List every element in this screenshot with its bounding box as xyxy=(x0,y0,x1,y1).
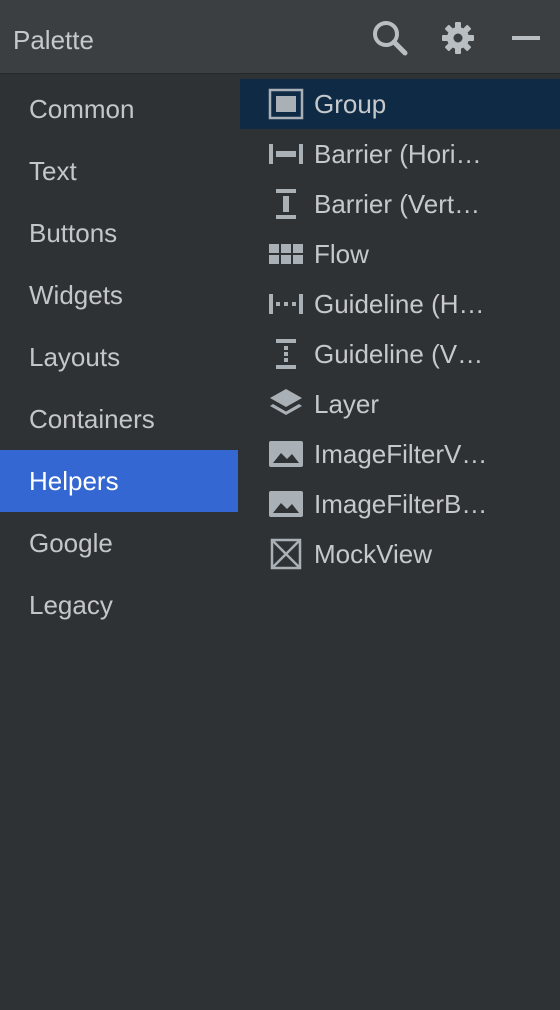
palette-header: Palette xyxy=(0,0,560,74)
barrier-vertical-icon xyxy=(268,187,304,221)
component-label: MockView xyxy=(314,539,433,569)
group-icon xyxy=(268,87,304,121)
flow-icon xyxy=(268,237,304,271)
search-button[interactable] xyxy=(370,18,410,58)
category-text[interactable]: Text xyxy=(0,140,238,202)
component-imagefilterbutton[interactable]: ImageFilterB… xyxy=(240,479,560,529)
component-label: Guideline (V… xyxy=(314,339,484,369)
image-icon xyxy=(268,437,304,471)
component-label: Layer xyxy=(314,389,380,419)
category-layouts[interactable]: Layouts xyxy=(0,326,238,388)
component-label: Flow xyxy=(314,239,369,269)
layer-icon xyxy=(268,387,304,421)
component-list: Group Barrier (Hori… Barrier (Vert… Flow… xyxy=(240,74,560,1010)
category-list: Common Text Buttons Widgets Layouts Cont… xyxy=(0,74,238,1010)
component-barrier-horizontal[interactable]: Barrier (Hori… xyxy=(240,129,560,179)
component-guideline-horizontal[interactable]: Guideline (H… xyxy=(240,279,560,329)
minimize-button[interactable] xyxy=(506,18,546,58)
component-barrier-vertical[interactable]: Barrier (Vert… xyxy=(240,179,560,229)
guideline-horizontal-icon xyxy=(268,287,304,321)
barrier-horizontal-icon xyxy=(268,137,304,171)
category-legacy[interactable]: Legacy xyxy=(0,574,238,636)
category-common[interactable]: Common xyxy=(0,78,238,140)
component-label: Guideline (H… xyxy=(314,289,485,319)
mockview-icon xyxy=(268,537,304,571)
image-icon xyxy=(268,487,304,521)
category-widgets[interactable]: Widgets xyxy=(0,264,238,326)
component-mockview[interactable]: MockView xyxy=(240,529,560,579)
component-label: Barrier (Hori… xyxy=(314,139,482,169)
category-google[interactable]: Google xyxy=(0,512,238,574)
component-layer[interactable]: Layer xyxy=(240,379,560,429)
component-imagefilterview[interactable]: ImageFilterV… xyxy=(240,429,560,479)
category-buttons[interactable]: Buttons xyxy=(0,202,238,264)
component-label: Group xyxy=(314,89,387,119)
component-label: ImageFilterV… xyxy=(314,439,488,469)
component-label: Barrier (Vert… xyxy=(314,189,481,219)
component-group[interactable]: Group xyxy=(240,79,560,129)
gear-icon xyxy=(442,22,474,54)
palette-title: Palette xyxy=(13,25,94,55)
category-containers[interactable]: Containers xyxy=(0,388,238,450)
component-flow[interactable]: Flow xyxy=(240,229,560,279)
settings-button[interactable] xyxy=(438,18,478,58)
guideline-vertical-icon xyxy=(268,337,304,371)
category-helpers[interactable]: Helpers xyxy=(0,450,238,512)
search-icon xyxy=(373,21,408,56)
component-guideline-vertical[interactable]: Guideline (V… xyxy=(240,329,560,379)
component-label: ImageFilterB… xyxy=(314,489,488,519)
minimize-icon xyxy=(512,36,540,40)
